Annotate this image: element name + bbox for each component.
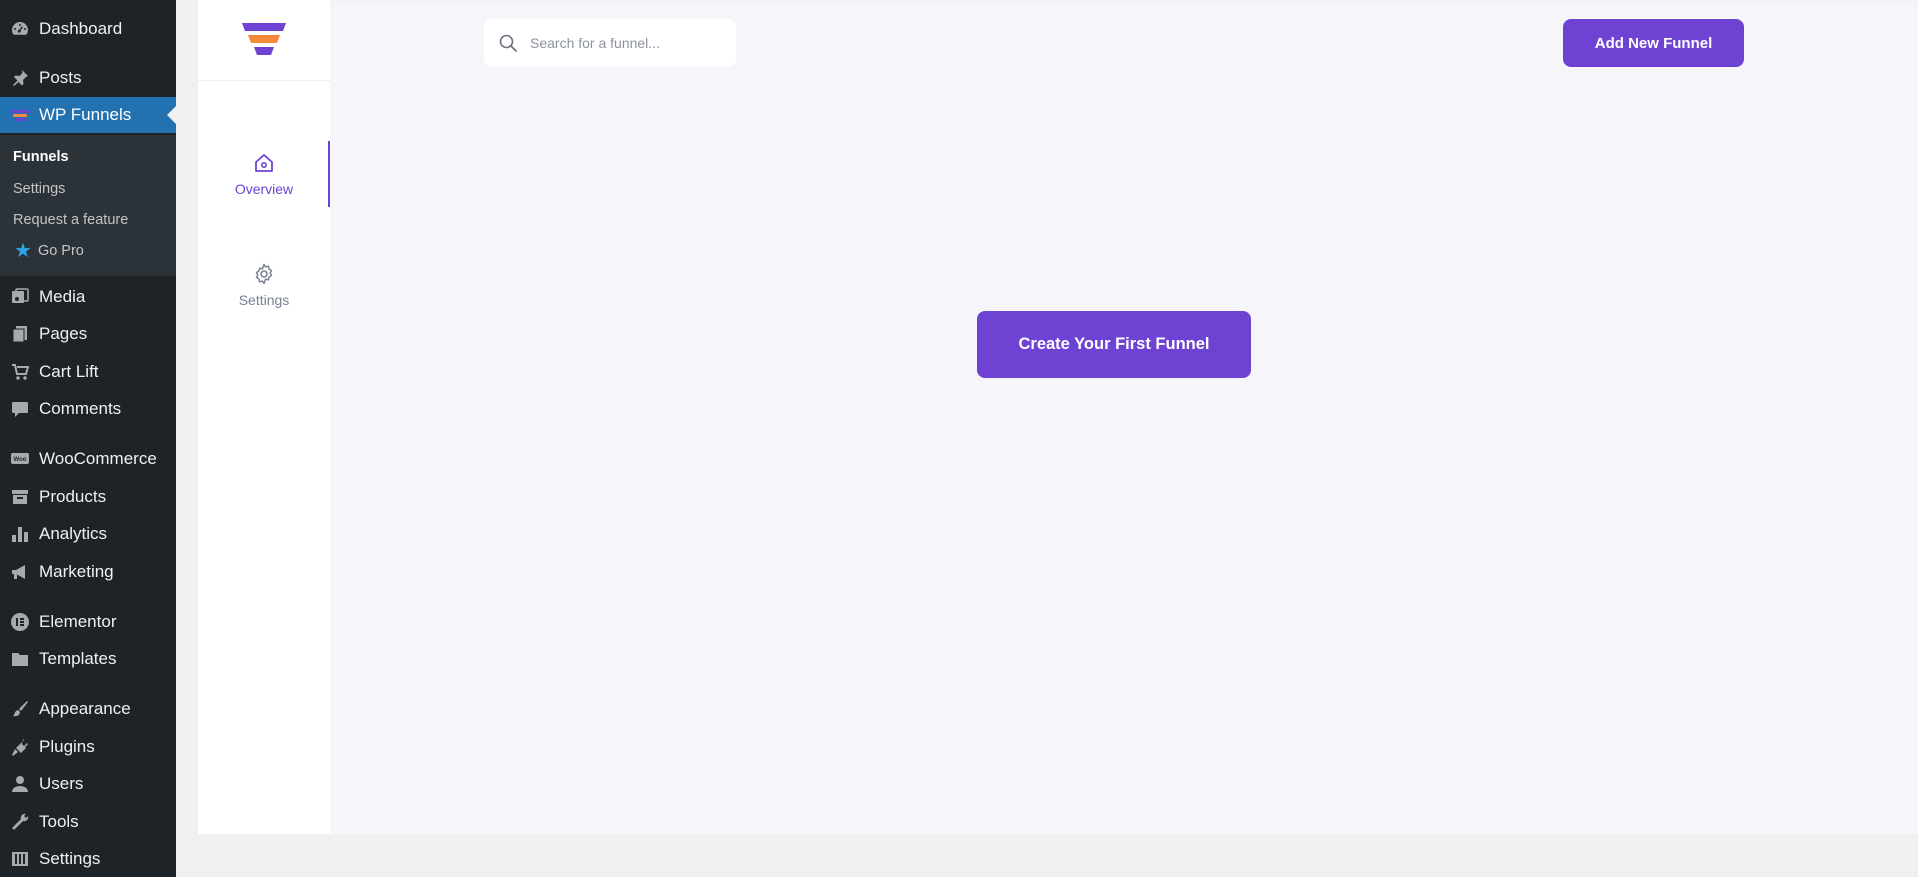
cart-icon <box>10 362 30 382</box>
home-icon <box>255 154 273 172</box>
pages-icon <box>10 324 30 344</box>
submenu-item-funnels[interactable]: Funnels <box>13 149 69 165</box>
menu-item-marketing[interactable]: Marketing <box>0 554 176 590</box>
tab-label: Overview <box>234 181 294 197</box>
star-icon: ★ <box>14 240 32 262</box>
funnel-logo-icon <box>242 23 286 55</box>
menu-item-elementor[interactable]: Elementor <box>0 604 176 640</box>
submenu-label: Settings <box>13 181 66 197</box>
wrench-icon <box>10 812 30 832</box>
media-icon <box>10 287 30 307</box>
menu-item-woocommerce[interactable]: Woo WooCommerce <box>0 441 176 477</box>
menu-label: WP Funnels <box>39 105 132 124</box>
menu-item-tools[interactable]: Tools <box>0 804 176 840</box>
megaphone-icon <box>10 562 30 582</box>
submenu-item-settings[interactable]: Settings <box>13 181 65 197</box>
menu-item-appearance[interactable]: Appearance <box>0 691 176 727</box>
comment-icon <box>10 399 30 419</box>
menu-label: Elementor <box>39 612 117 631</box>
submenu-label: Go Pro <box>37 243 84 259</box>
create-first-funnel-button[interactable]: Create Your First Funnel <box>977 311 1251 378</box>
search-input[interactable] <box>528 34 722 52</box>
menu-item-media[interactable]: Media <box>0 279 176 315</box>
menu-label: Appearance <box>39 699 131 718</box>
tab-label: Settings <box>238 292 290 308</box>
menu-label: Posts <box>39 68 82 87</box>
menu-item-products[interactable]: Products <box>0 479 176 515</box>
menu-item-cart-lift[interactable]: Cart Lift <box>0 354 176 390</box>
dashboard-icon <box>10 19 30 39</box>
menu-item-comments[interactable]: Comments <box>0 391 176 427</box>
admin-sidebar: Dashboard Posts WP Funnels Funnels Setti… <box>0 0 176 877</box>
menu-label: Templates <box>39 649 117 668</box>
add-new-funnel-button[interactable]: Add New Funnel <box>1563 19 1744 67</box>
menu-label: Dashboard <box>39 19 123 38</box>
bar-chart-icon <box>10 524 30 544</box>
menu-item-pages[interactable]: Pages <box>0 316 176 352</box>
menu-label: Media <box>39 287 86 306</box>
pin-icon <box>10 68 30 88</box>
settings-sliders-icon <box>10 849 30 869</box>
wp-funnels-submenu: Funnels Settings Request a feature ★ Go … <box>0 135 176 276</box>
menu-label: Users <box>39 774 84 793</box>
submenu-item-go-pro[interactable]: ★ Go Pro <box>14 241 84 261</box>
archive-icon <box>10 487 30 507</box>
user-icon <box>10 774 30 794</box>
search-icon <box>499 34 517 52</box>
menu-item-posts[interactable]: Posts <box>0 60 176 96</box>
page-footer-strip <box>176 834 1918 877</box>
svg-text:Woo: Woo <box>14 457 27 463</box>
menu-label: WooCommerce <box>39 449 157 468</box>
menu-item-dashboard[interactable]: Dashboard <box>0 11 176 47</box>
menu-label: Settings <box>39 849 101 868</box>
menu-label: Comments <box>39 399 122 418</box>
submenu-label: Funnels <box>13 149 69 165</box>
tab-overview[interactable]: Overview <box>198 141 330 207</box>
submenu-item-request-feature[interactable]: Request a feature <box>13 212 128 228</box>
folder-icon <box>10 649 30 669</box>
wp-funnels-logo <box>198 0 330 81</box>
plugin-sidebar: Overview Settings <box>198 0 330 834</box>
menu-label: Marketing <box>39 562 114 581</box>
menu-label: Cart Lift <box>39 362 99 381</box>
menu-label: Analytics <box>39 524 108 543</box>
tab-settings[interactable]: Settings <box>198 252 330 318</box>
woocommerce-icon: Woo <box>10 449 30 469</box>
menu-label: Tools <box>39 812 79 831</box>
menu-item-plugins[interactable]: Plugins <box>0 729 176 765</box>
menu-item-templates[interactable]: Templates <box>0 641 176 677</box>
brush-icon <box>10 699 30 719</box>
menu-item-settings[interactable]: Settings <box>0 841 176 877</box>
plug-icon <box>10 737 30 757</box>
wp-funnels-icon <box>10 105 30 125</box>
menu-label: Pages <box>39 324 88 343</box>
search-box <box>484 19 736 67</box>
main-content: Add New Funnel Create Your First Funnel <box>330 1 1918 834</box>
menu-label: Plugins <box>39 737 95 756</box>
menu-item-wp-funnels[interactable]: WP Funnels <box>0 97 176 133</box>
gear-icon <box>255 263 273 285</box>
menu-item-users[interactable]: Users <box>0 766 176 802</box>
menu-label: Products <box>39 487 107 506</box>
elementor-icon <box>10 612 30 632</box>
menu-item-analytics[interactable]: Analytics <box>0 516 176 552</box>
submenu-label: Request a feature <box>13 212 129 228</box>
